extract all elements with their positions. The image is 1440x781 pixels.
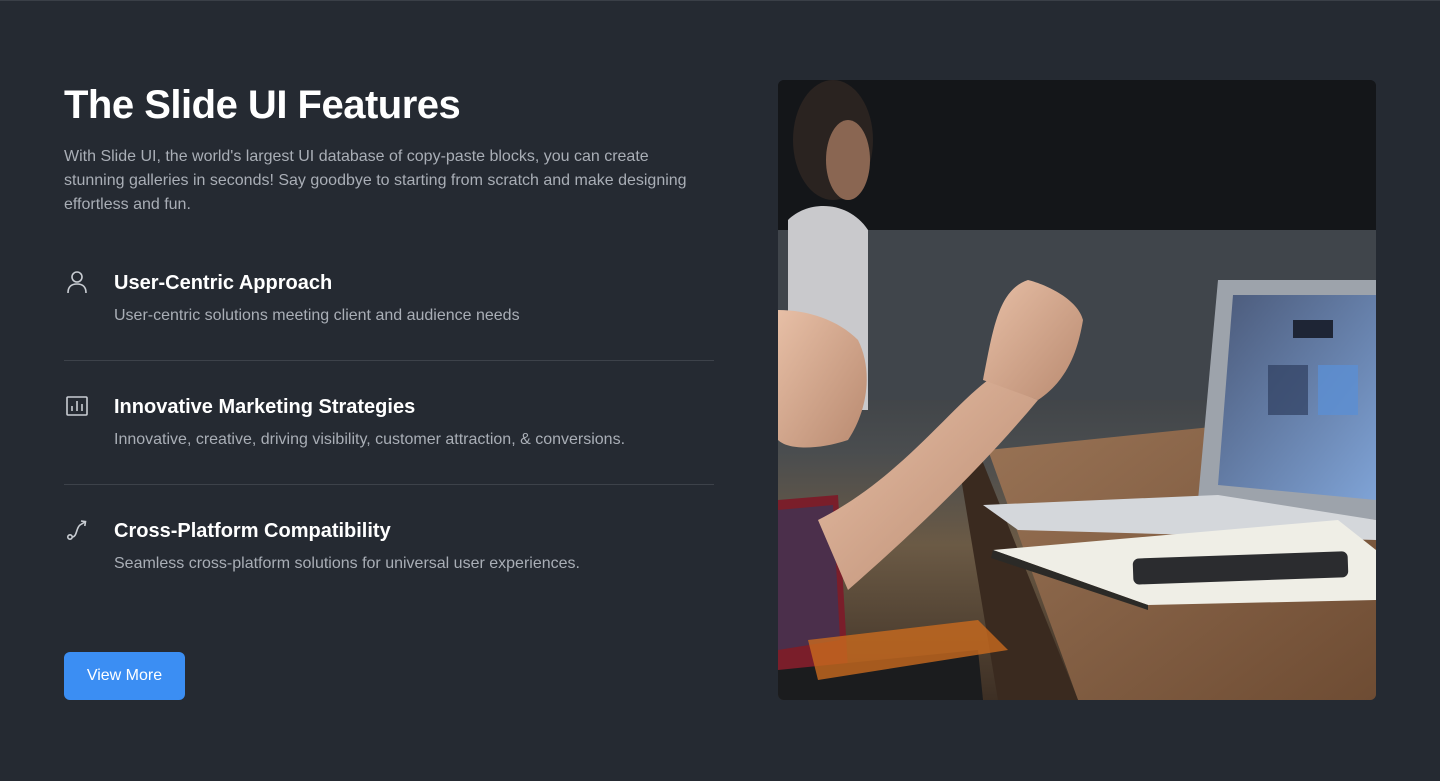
feature-list: User-Centric Approach User-centric solut… bbox=[64, 269, 714, 641]
page-description: With Slide UI, the world's largest UI da… bbox=[64, 148, 687, 213]
view-more-button[interactable]: View More bbox=[64, 652, 185, 700]
feature-title: User-Centric Approach bbox=[114, 272, 333, 294]
user-icon bbox=[64, 269, 90, 295]
top-border bbox=[0, 0, 1440, 1]
bar-chart-icon bbox=[64, 393, 90, 419]
divider bbox=[64, 360, 714, 361]
meeting-photo bbox=[778, 80, 1376, 700]
feature-item-cross-platform: Cross-Platform Compatibility Seamless cr… bbox=[64, 517, 714, 641]
divider bbox=[64, 484, 714, 485]
feature-title: Cross-Platform Compatibility bbox=[114, 520, 391, 542]
features-section: The Slide UI Features With Slide UI, the… bbox=[64, 80, 714, 641]
feature-item-user-centric: User-Centric Approach User-centric solut… bbox=[64, 269, 714, 393]
feature-description: Innovative, creative, driving visibility… bbox=[114, 431, 626, 448]
route-icon bbox=[64, 517, 90, 543]
page-title: The Slide UI Features bbox=[64, 83, 461, 127]
feature-description: User-centric solutions meeting client an… bbox=[114, 307, 520, 324]
feature-item-marketing: Innovative Marketing Strategies Innovati… bbox=[64, 393, 714, 517]
feature-description: Seamless cross-platform solutions for un… bbox=[114, 555, 580, 572]
feature-title: Innovative Marketing Strategies bbox=[114, 396, 416, 418]
